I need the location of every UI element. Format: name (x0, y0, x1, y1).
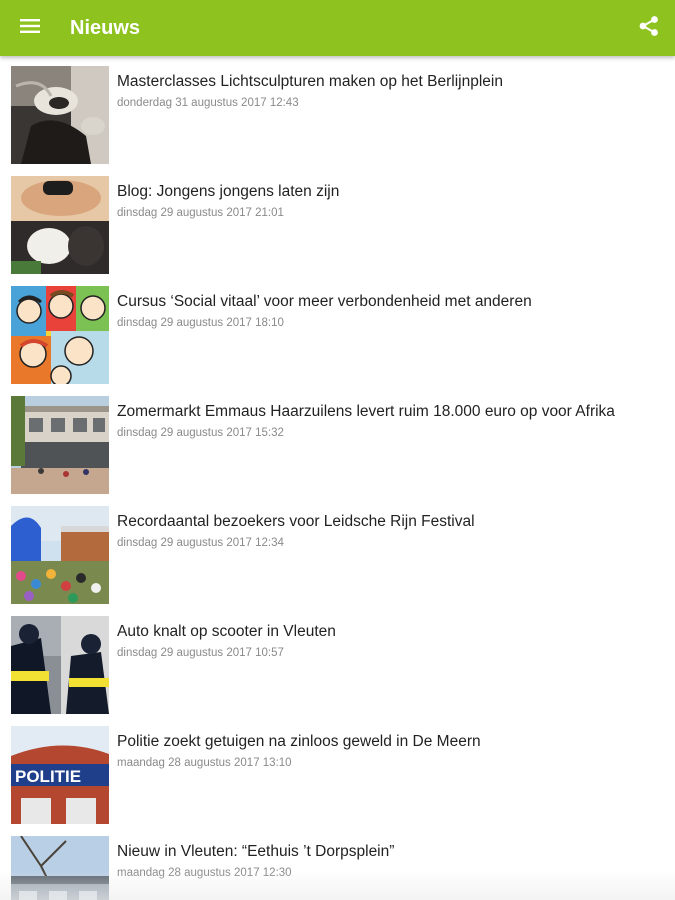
news-thumbnail (11, 176, 109, 274)
news-item[interactable]: Blog: Jongens jongens laten zijn dinsdag… (0, 166, 675, 276)
news-title: Cursus ‘Social vitaal’ voor meer verbond… (117, 293, 532, 310)
app-bar: Nieuws (0, 0, 675, 56)
share-button[interactable] (627, 6, 671, 50)
news-item[interactable]: Nieuw in Vleuten: “Eethuis ’t Dorpsplein… (0, 826, 675, 900)
news-date: maandag 28 augustus 2017 12:30 (117, 867, 292, 879)
news-date: dinsdag 29 augustus 2017 15:32 (117, 427, 284, 439)
news-date: dinsdag 29 augustus 2017 12:34 (117, 537, 284, 549)
news-item[interactable]: Recordaantal bezoekers voor Leidsche Rij… (0, 496, 675, 606)
news-title: Nieuw in Vleuten: “Eethuis ’t Dorpsplein… (117, 843, 395, 860)
news-item[interactable]: Auto knalt op scooter in Vleuten dinsdag… (0, 606, 675, 716)
news-date: maandag 28 augustus 2017 13:10 (117, 757, 292, 769)
hamburger-menu-icon (20, 18, 40, 39)
news-item[interactable]: Cursus ‘Social vitaal’ voor meer verbond… (0, 276, 675, 386)
politie-sign-text: POLITIE (15, 767, 81, 786)
news-item[interactable]: Zomermarkt Emmaus Haarzuilens levert rui… (0, 386, 675, 496)
news-date: donderdag 31 augustus 2017 12:43 (117, 97, 299, 109)
news-title: Masterclasses Lichtsculpturen maken op h… (117, 73, 503, 90)
news-list[interactable]: Masterclasses Lichtsculpturen maken op h… (0, 56, 675, 900)
news-date: dinsdag 29 augustus 2017 10:57 (117, 647, 284, 659)
share-icon (638, 15, 660, 42)
menu-button[interactable] (8, 6, 52, 50)
news-title: Auto knalt op scooter in Vleuten (117, 623, 336, 640)
news-title: Recordaantal bezoekers voor Leidsche Rij… (117, 513, 475, 530)
news-thumbnail (11, 506, 109, 604)
news-thumbnail: POLITIE (11, 726, 109, 824)
news-date: dinsdag 29 augustus 2017 18:10 (117, 317, 284, 329)
news-title: Zomermarkt Emmaus Haarzuilens levert rui… (117, 403, 615, 420)
news-item[interactable]: Masterclasses Lichtsculpturen maken op h… (0, 56, 675, 166)
news-title: Blog: Jongens jongens laten zijn (117, 183, 340, 200)
news-title: Politie zoekt getuigen na zinloos geweld… (117, 733, 481, 750)
news-thumbnail (11, 286, 109, 384)
news-item[interactable]: POLITIE Politie zoekt getuigen na zinloo… (0, 716, 675, 826)
news-thumbnail (11, 836, 109, 900)
news-thumbnail (11, 616, 109, 714)
news-thumbnail (11, 66, 109, 164)
news-thumbnail (11, 396, 109, 494)
news-date: dinsdag 29 augustus 2017 21:01 (117, 207, 284, 219)
page-title: Nieuws (70, 17, 141, 39)
